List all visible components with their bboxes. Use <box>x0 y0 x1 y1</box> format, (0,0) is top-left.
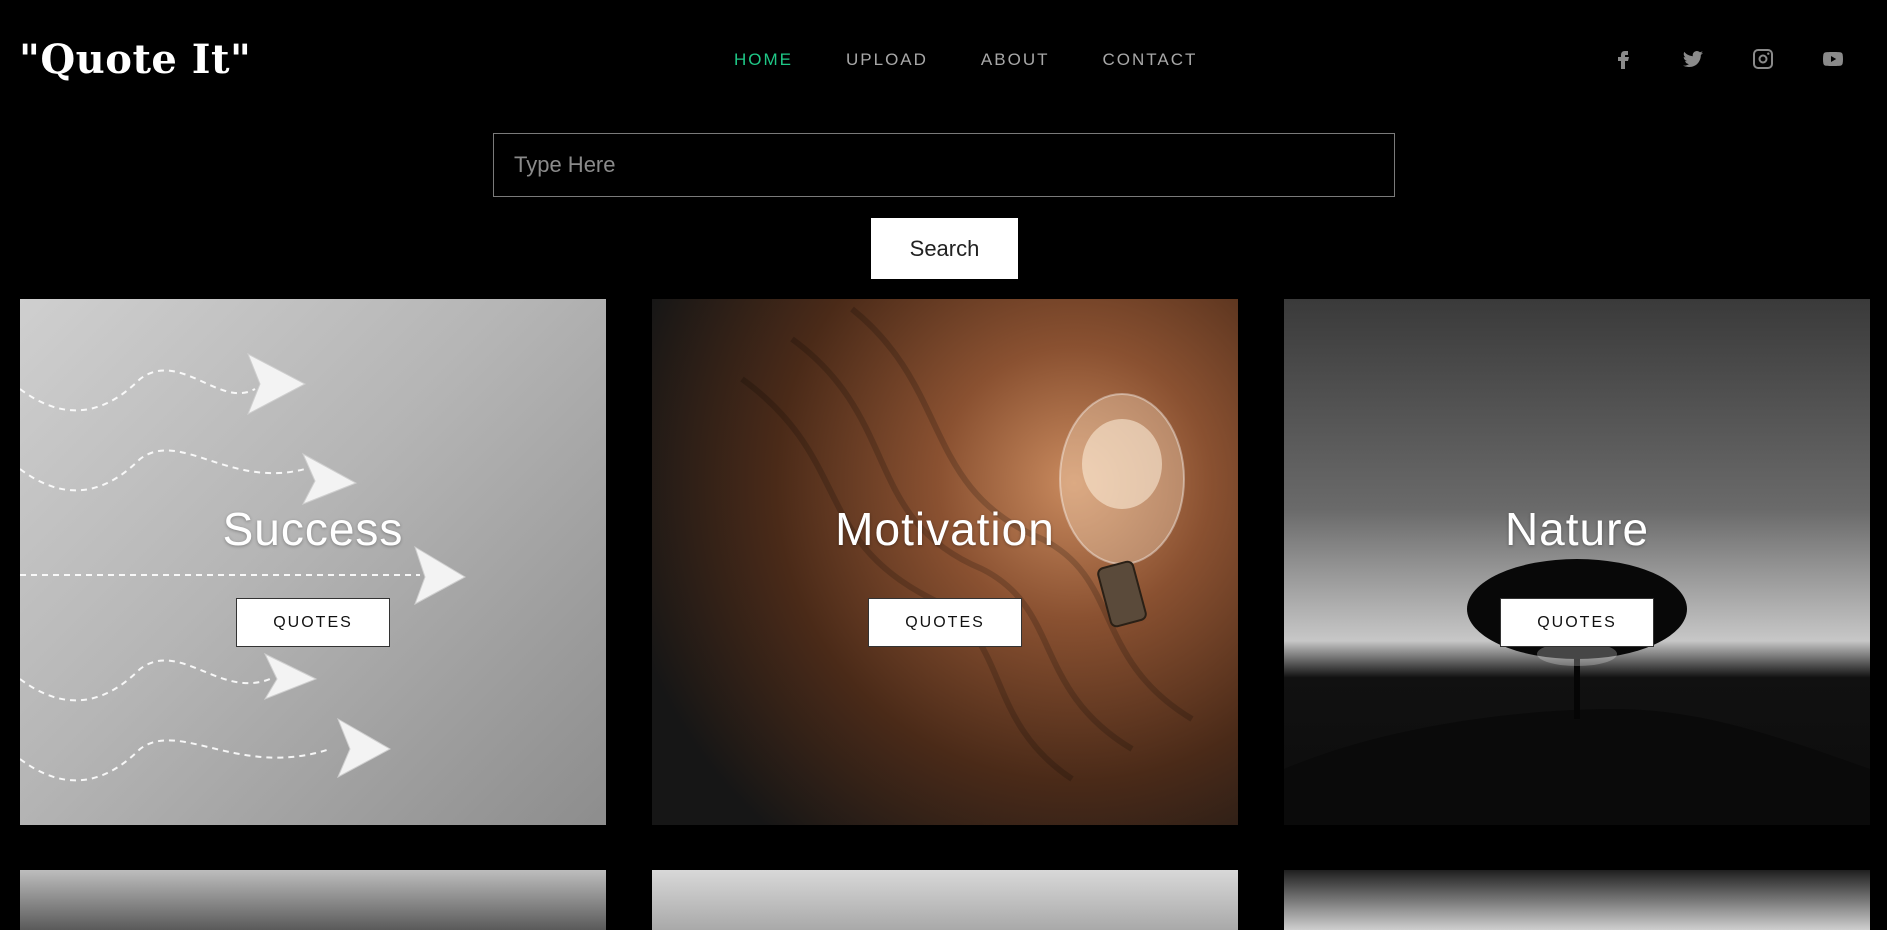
category-card-nature: Nature QUOTES <box>1284 299 1870 825</box>
category-title: Motivation <box>835 503 1055 555</box>
search-button[interactable]: Search <box>871 218 1018 279</box>
nav-contact[interactable]: CONTACT <box>1102 50 1197 70</box>
paper-planes-image <box>20 299 606 825</box>
category-image <box>1284 870 1870 930</box>
nav-upload[interactable]: UPLOAD <box>846 50 928 70</box>
twitter-icon[interactable] <box>1678 44 1708 74</box>
quotes-button-nature[interactable]: QUOTES <box>1500 598 1654 647</box>
tree-sunset-image <box>1284 299 1870 825</box>
category-image <box>20 870 606 930</box>
nav-about[interactable]: ABOUT <box>981 50 1050 70</box>
main-nav: HOME UPLOAD ABOUT CONTACT <box>734 50 1250 70</box>
category-card-row2-2 <box>652 870 1238 930</box>
light-bulb-image <box>652 299 1238 825</box>
category-image <box>652 870 1238 930</box>
site-logo[interactable]: "Quote It" <box>19 36 251 83</box>
category-card-motivation: Motivation QUOTES <box>652 299 1238 825</box>
quotes-button-success[interactable]: QUOTES <box>236 598 390 647</box>
social-links <box>1608 44 1887 74</box>
category-card-success: Success QUOTES <box>20 299 606 825</box>
quotes-button-motivation[interactable]: QUOTES <box>868 598 1022 647</box>
youtube-icon[interactable] <box>1818 44 1848 74</box>
facebook-icon[interactable] <box>1608 44 1638 74</box>
instagram-icon[interactable] <box>1748 44 1778 74</box>
category-title: Success <box>222 503 404 555</box>
category-card-row2-3 <box>1284 870 1870 930</box>
category-title: Nature <box>1504 503 1650 555</box>
search-input[interactable] <box>493 133 1395 197</box>
category-card-row2-1 <box>20 870 606 930</box>
nav-home[interactable]: HOME <box>734 50 793 70</box>
